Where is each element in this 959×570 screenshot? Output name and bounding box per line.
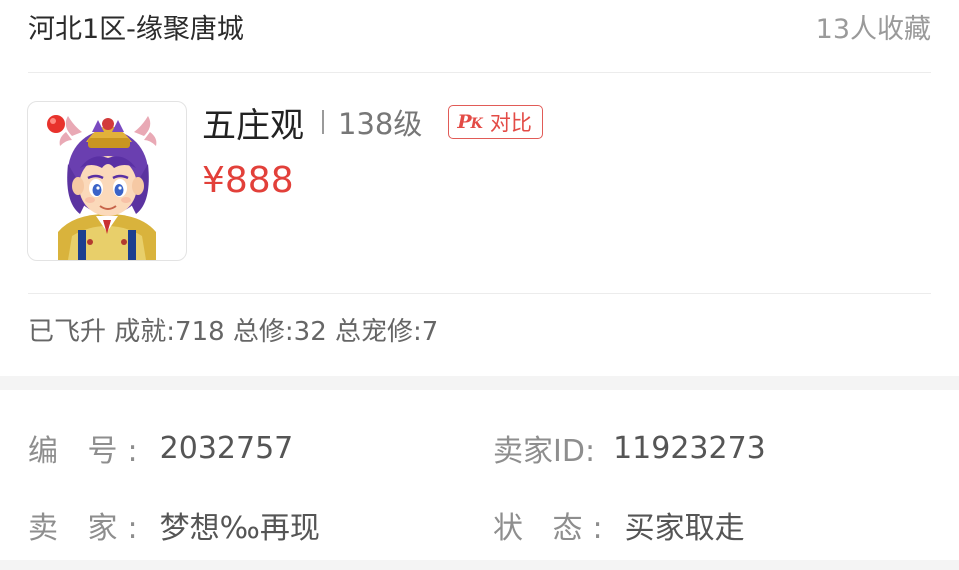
bottom-gap	[0, 560, 959, 570]
seller-value: 梦想‰再现	[159, 511, 320, 546]
id-field: 编 号: 2032757	[28, 426, 293, 470]
status-value: 买家取走	[624, 511, 745, 546]
pk-compare-label: 对比	[489, 111, 532, 135]
divider	[28, 293, 931, 294]
role-level: 138级	[338, 107, 423, 141]
character-portrait-image	[47, 115, 157, 260]
role-stats: 已飞升 成就:718 总修:32 总宠修:7	[28, 317, 439, 347]
seller-id-label: 卖家ID:	[493, 434, 596, 469]
seller-id-value: 11923273	[613, 430, 766, 466]
id-value: 2032757	[159, 430, 294, 466]
school-name: 五庄观	[202, 105, 304, 146]
pk-icon: PK	[457, 111, 482, 133]
status-field: 状 态: 买家取走	[493, 503, 745, 547]
title-separator	[322, 110, 324, 134]
role-summary-card[interactable]: 河北1区-缘聚唐城 13人收藏 五庄观 138级 PK 对比 ¥888 已飞升 …	[0, 0, 959, 376]
role-title-row: 五庄观 138级 PK 对比	[202, 100, 543, 146]
server-name: 河北1区-缘聚唐城	[28, 13, 244, 45]
seller-id-field: 卖家ID: 11923273	[493, 426, 766, 470]
divider	[28, 72, 931, 73]
trade-details: 编 号: 2032757 卖家ID: 11923273 卖 家: 梦想‰再现 状…	[0, 390, 959, 560]
seller-field: 卖 家: 梦想‰再现	[28, 503, 320, 547]
id-label: 编 号:	[28, 434, 148, 469]
section-gap	[0, 376, 959, 390]
server-row: 河北1区-缘聚唐城 13人收藏	[28, 0, 931, 72]
status-label: 状 态:	[493, 511, 613, 546]
seller-label: 卖 家:	[28, 511, 148, 546]
pk-compare-button[interactable]: PK 对比	[448, 105, 543, 139]
role-avatar[interactable]	[27, 101, 187, 261]
favorites-count[interactable]: 13人收藏	[816, 7, 931, 46]
price: ¥888	[202, 160, 294, 201]
